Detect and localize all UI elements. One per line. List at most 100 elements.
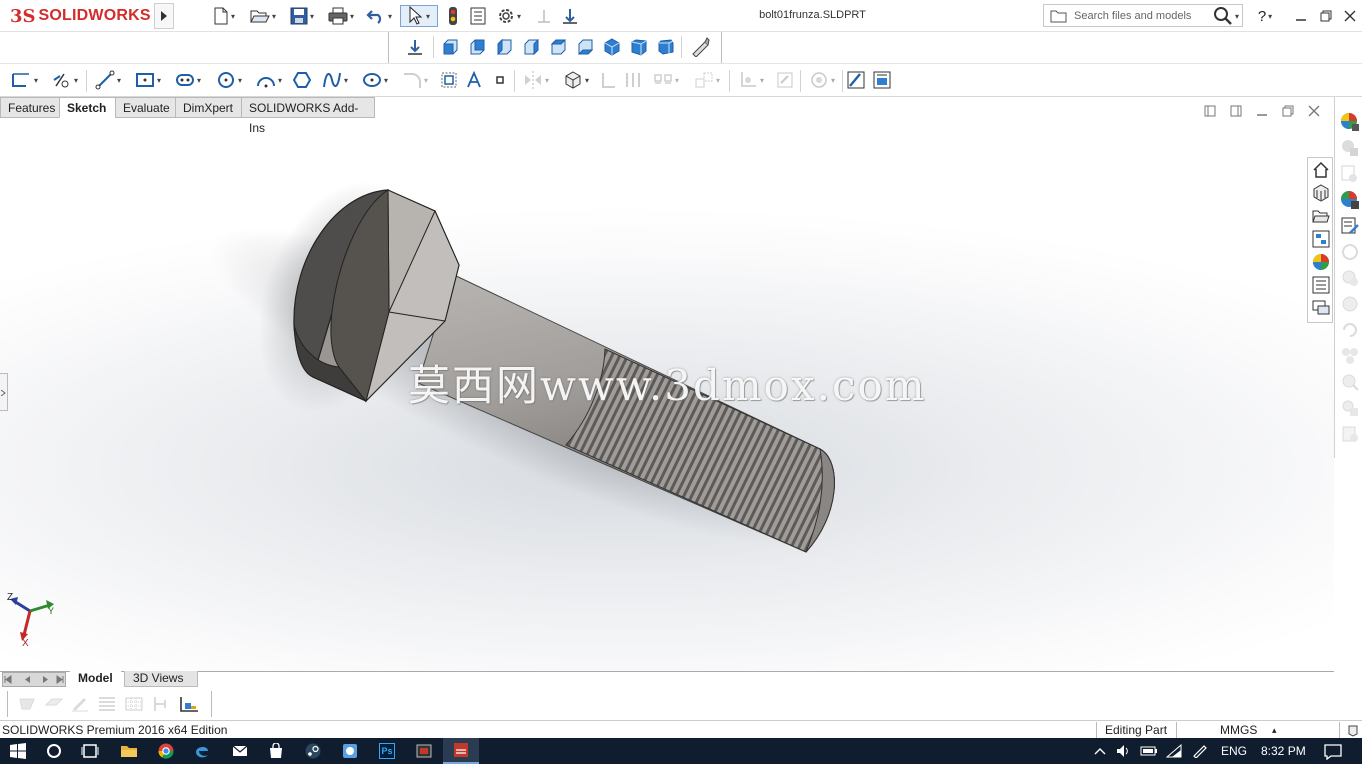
3d-part-button[interactable] [1310, 182, 1332, 204]
normal-to-button[interactable] [403, 36, 427, 58]
tab-dimxpert[interactable]: DimXpert [175, 97, 242, 118]
polygon-button[interactable] [291, 69, 313, 91]
display-relations-button[interactable]: ▾ [733, 69, 769, 91]
select-button[interactable]: ▾ [400, 5, 438, 27]
undo-button[interactable]: ▾ [362, 5, 396, 27]
close-button[interactable] [1340, 5, 1360, 27]
datum-icon[interactable] [151, 695, 171, 713]
tab-sketch[interactable]: Sketch [59, 97, 116, 118]
units-selector[interactable]: MMGS [1220, 723, 1257, 737]
chevron-up-icon[interactable] [1094, 746, 1106, 756]
pen-icon[interactable] [1192, 744, 1208, 758]
grayed-tool-button[interactable] [533, 5, 555, 27]
taskbar-edge[interactable] [184, 738, 220, 764]
taskbar-solidworks[interactable] [443, 738, 479, 764]
open-button[interactable]: ▾ [245, 5, 281, 27]
tp-tab-7[interactable] [1339, 267, 1361, 289]
dimension-scheme-icon[interactable] [178, 695, 200, 713]
print-button[interactable]: ▾ [323, 5, 359, 27]
save-button[interactable]: ▾ [285, 5, 319, 27]
pattern-button[interactable]: ▾ [648, 69, 684, 91]
start-button[interactable] [0, 738, 36, 764]
circle-button[interactable]: ▾ [211, 69, 247, 91]
measure-button[interactable] [687, 36, 713, 58]
arc-button[interactable]: ▾ [251, 69, 287, 91]
taskbar-chrome[interactable] [148, 738, 184, 764]
menu-flyout-button[interactable] [154, 3, 174, 29]
view-dimetric-button[interactable] [654, 36, 678, 58]
table-icon[interactable] [124, 695, 144, 713]
instant2d-button[interactable] [871, 69, 893, 91]
annotation-icon[interactable] [18, 695, 38, 713]
view-right-button[interactable] [519, 36, 543, 58]
appearances-tab[interactable] [1339, 189, 1361, 211]
tp-tab-8[interactable] [1339, 293, 1361, 315]
tp-tab-12[interactable] [1339, 397, 1361, 419]
sketch-button[interactable]: ▾ [6, 69, 42, 91]
fillet-button[interactable]: ▾ [397, 69, 433, 91]
taskbar-photoshop[interactable]: Ps [369, 738, 405, 764]
file-properties-button[interactable] [467, 5, 489, 27]
search-button[interactable]: ▾ [1208, 5, 1244, 27]
rapid-sketch-button[interactable] [845, 69, 867, 91]
battery-icon[interactable] [1140, 746, 1158, 756]
tp-tab-11[interactable] [1339, 371, 1361, 393]
clock[interactable]: 8:32 PM [1261, 744, 1306, 758]
restore-button[interactable] [1315, 5, 1337, 27]
entities-button[interactable] [623, 69, 645, 91]
anchor-button[interactable] [559, 5, 581, 27]
task-view-button[interactable] [72, 738, 108, 764]
taskbar-media[interactable] [406, 738, 442, 764]
taskbar-app[interactable] [332, 738, 368, 764]
tab-model[interactable]: Model [70, 671, 121, 687]
notification-icon[interactable] [1324, 744, 1342, 760]
slot-button[interactable]: ▾ [170, 69, 206, 91]
cortana-button[interactable] [36, 738, 72, 764]
speaker-icon[interactable] [1116, 744, 1132, 758]
repair-sketch-button[interactable] [774, 69, 796, 91]
wifi-icon[interactable] [1166, 744, 1182, 758]
move-entities-button[interactable]: ▾ [689, 69, 725, 91]
view-isometric-button[interactable] [600, 36, 624, 58]
mirror-button[interactable]: ▾ [518, 69, 554, 91]
quick-tips-icon[interactable] [1346, 723, 1360, 737]
view-back-button[interactable] [465, 36, 489, 58]
home-button[interactable] [1310, 159, 1332, 181]
tab-evaluate[interactable]: Evaluate [115, 97, 176, 118]
forum-button[interactable] [1310, 297, 1332, 319]
taskbar-mail[interactable] [222, 738, 258, 764]
tab-scroll-buttons[interactable] [2, 672, 66, 687]
surface-finish-icon[interactable] [44, 695, 64, 713]
smart-dimension-button[interactable]: ▾ [48, 69, 82, 91]
convert-entities-button[interactable]: ▾ [558, 69, 594, 91]
view-front-button[interactable] [438, 36, 462, 58]
tp-tab-9[interactable] [1339, 319, 1361, 341]
rectangle-button[interactable]: ▾ [130, 69, 166, 91]
new-document-button[interactable]: ▾ [208, 5, 240, 27]
help-button[interactable]: ? ▾ [1252, 5, 1278, 27]
taskbar-store[interactable] [258, 738, 294, 764]
point-button[interactable] [490, 69, 510, 91]
ellipse-button[interactable]: ▾ [357, 69, 393, 91]
line-format-icon[interactable] [97, 695, 117, 713]
solidworks-logo[interactable]: 3S SOLIDWORKS [10, 3, 152, 29]
trim-button[interactable] [598, 69, 620, 91]
design-library-button[interactable] [1310, 228, 1332, 250]
tab-3d-views[interactable]: 3D Views [124, 671, 198, 687]
tp-tab-10[interactable] [1339, 345, 1361, 367]
view-trimetric-button[interactable] [627, 36, 651, 58]
tp-tab-13[interactable] [1339, 423, 1361, 445]
minimize-button[interactable] [1290, 5, 1312, 27]
spline-button[interactable]: ▾ [317, 69, 353, 91]
pencil-icon[interactable] [70, 695, 90, 713]
appearances-button[interactable] [1310, 251, 1332, 273]
custom-properties-tab[interactable] [1339, 215, 1361, 237]
view-top-button[interactable] [546, 36, 570, 58]
view-bottom-button[interactable] [573, 36, 597, 58]
graphics-area[interactable]: 莫西网www.3dmox.com Z X Y [0, 97, 1334, 671]
units-dropdown-icon[interactable]: ▴ [1272, 725, 1277, 736]
design-library-tab[interactable] [1339, 137, 1361, 159]
line-button[interactable]: ▾ [90, 69, 126, 91]
feature-manager-toggle[interactable] [0, 373, 8, 411]
view-left-button[interactable] [492, 36, 516, 58]
